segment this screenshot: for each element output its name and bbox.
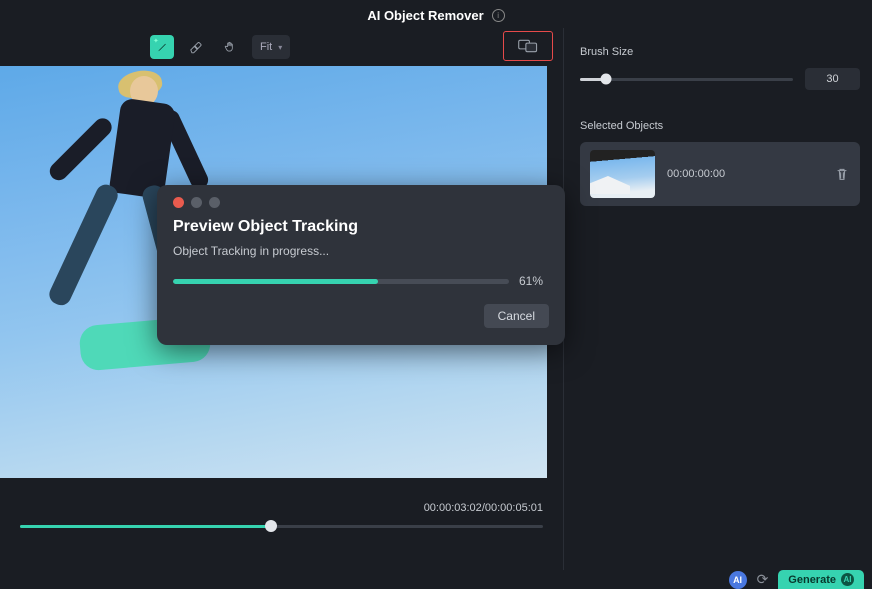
sparkle-icon: ✦ bbox=[153, 37, 159, 45]
selected-object-item[interactable]: 00:00:00:00 bbox=[580, 142, 860, 206]
trash-icon bbox=[834, 166, 850, 182]
progress-percent: 61% bbox=[519, 274, 549, 288]
progress-row: 61% bbox=[173, 274, 549, 288]
zoom-fit-select[interactable]: Fit ▾ bbox=[252, 35, 290, 59]
object-timecode: 00:00:00:00 bbox=[667, 168, 822, 180]
brush-size-control: 30 bbox=[580, 68, 860, 90]
progress-fill bbox=[173, 279, 378, 284]
close-window-button[interactable] bbox=[173, 197, 184, 208]
hand-tool-button[interactable] bbox=[218, 35, 242, 59]
toolbar-tools: ✦ Fit ▾ bbox=[150, 35, 290, 59]
eraser-icon bbox=[189, 40, 203, 54]
ai-icon: AI bbox=[841, 573, 854, 586]
selected-objects-label: Selected Objects bbox=[580, 120, 860, 132]
header: AI Object Remover i bbox=[0, 0, 872, 28]
dialog-title: Preview Object Tracking bbox=[173, 218, 549, 236]
toolbar: ✦ Fit ▾ bbox=[0, 28, 563, 66]
maximize-window-button[interactable] bbox=[209, 197, 220, 208]
timeline-fill bbox=[20, 525, 271, 528]
chevron-down-icon: ▾ bbox=[278, 43, 282, 52]
timeline-slider[interactable] bbox=[20, 518, 543, 534]
timeline-thumb[interactable] bbox=[265, 520, 277, 532]
progress-bar bbox=[173, 279, 509, 284]
fit-label: Fit bbox=[260, 41, 272, 53]
progress-dialog: Preview Object Tracking Object Tracking … bbox=[157, 185, 565, 345]
page-title: AI Object Remover bbox=[367, 8, 483, 23]
timeline-track bbox=[20, 525, 543, 528]
brush-size-value[interactable]: 30 bbox=[805, 68, 860, 90]
brush-size-label: Brush Size bbox=[580, 46, 860, 58]
delete-object-button[interactable] bbox=[834, 166, 850, 182]
timeline: 00:00:03:02/00:00:05:01 bbox=[0, 478, 563, 558]
compare-icon bbox=[518, 39, 538, 53]
brush-thumb[interactable] bbox=[600, 74, 611, 85]
object-thumbnail bbox=[590, 150, 655, 198]
window-controls bbox=[173, 197, 549, 208]
eraser-tool-button[interactable] bbox=[184, 35, 208, 59]
brush-tool-button[interactable]: ✦ bbox=[150, 35, 174, 59]
right-panel: Brush Size 30 Selected Objects 00:00:00:… bbox=[563, 28, 872, 570]
brush-size-slider[interactable] bbox=[580, 71, 793, 87]
footer-bar: AI ⟳ Generate AI bbox=[729, 570, 872, 589]
compare-toggle-button[interactable] bbox=[503, 31, 553, 61]
dialog-status: Object Tracking in progress... bbox=[173, 244, 549, 258]
ai-badge-icon[interactable]: AI bbox=[729, 571, 747, 589]
timecode: 00:00:03:02/00:00:05:01 bbox=[424, 502, 543, 514]
minimize-window-button[interactable] bbox=[191, 197, 202, 208]
generate-button[interactable]: Generate AI bbox=[778, 570, 864, 589]
hand-icon bbox=[223, 40, 237, 54]
info-icon[interactable]: i bbox=[492, 9, 505, 22]
cancel-button[interactable]: Cancel bbox=[484, 304, 549, 328]
refresh-button[interactable]: ⟳ bbox=[757, 571, 769, 588]
